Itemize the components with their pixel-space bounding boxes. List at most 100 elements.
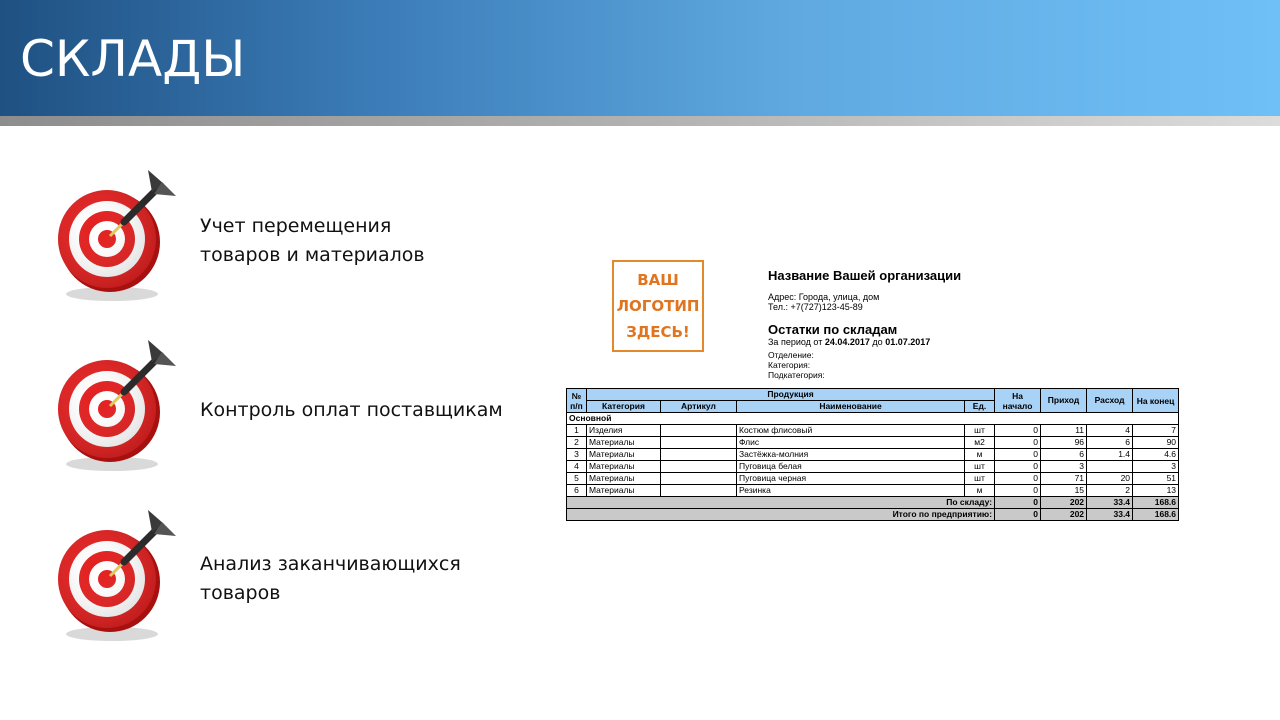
cell-start: 0 <box>994 424 1042 437</box>
cell-category: Материалы <box>586 436 661 449</box>
cell-category: Материалы <box>586 472 661 485</box>
cell-article <box>660 472 737 485</box>
cell-expense: 20 <box>1086 472 1134 485</box>
total-label: Итого по предприятию: <box>565 508 996 521</box>
cell-unit: м <box>963 484 996 497</box>
cell-unit: шт <box>963 424 996 437</box>
cell-end: 3 <box>1132 460 1180 473</box>
table-row: 5 Материалы Пуговица черная шт 0 71 20 51 <box>566 472 1180 485</box>
cell-article <box>660 460 737 473</box>
cell-category: Изделия <box>586 424 661 437</box>
total-income: 202 <box>1040 496 1088 509</box>
cell-income: 96 <box>1040 436 1088 449</box>
col-income: Приход <box>1040 388 1088 413</box>
org-phone: Тел.: +7(727)123-45-89 <box>768 302 863 312</box>
report-filters: Отделение: Категория: Подкатегория: <box>768 350 825 380</box>
target-dart-icon <box>52 336 192 476</box>
cell-article <box>660 484 737 497</box>
table-row: 2 Материалы Флис м2 0 96 6 90 <box>566 436 1180 449</box>
total-row: Итого по предприятию: 0 202 33.4 168.6 <box>565 508 1180 521</box>
bullet-line: Анализ заканчивающихся <box>200 553 461 575</box>
cell-article <box>660 448 737 461</box>
cell-start: 0 <box>994 460 1042 473</box>
org-contacts: Адрес: Города, улица, дом Тел.: +7(727)1… <box>768 292 879 312</box>
cell-num: 2 <box>566 436 587 449</box>
col-num: № п/п <box>566 388 587 413</box>
slide-header: СКЛАДЫ <box>0 0 1280 116</box>
cell-start: 0 <box>994 472 1042 485</box>
org-address: Адрес: Города, улица, дом <box>768 292 880 302</box>
logo-line: ЛОГОТИП <box>616 297 700 315</box>
cell-expense <box>1086 460 1134 473</box>
cell-expense: 4 <box>1086 424 1134 437</box>
total-end: 168.6 <box>1132 508 1180 521</box>
group-name: Основной <box>565 412 1180 425</box>
bullet-line: товаров и материалов <box>200 244 425 266</box>
report-title: Остатки по складам <box>768 322 898 337</box>
bullet-item-2: Контроль оплат поставщикам <box>0 336 520 476</box>
logo-line: ЗДЕСЬ! <box>626 323 690 341</box>
bullet-line: Учет перемещения <box>200 215 392 237</box>
col-start: На начало <box>994 388 1042 413</box>
bullet-item-1: Учет перемещения товаров и материалов <box>0 166 520 306</box>
bullet-item-3: Анализ заканчивающихся товаров <box>0 506 520 646</box>
total-start: 0 <box>994 496 1042 509</box>
cell-income: 11 <box>1040 424 1088 437</box>
period-prefix: За период от <box>768 337 823 347</box>
col-unit: Ед. <box>963 400 996 413</box>
table-row: 4 Материалы Пуговица белая шт 0 3 3 <box>566 460 1180 473</box>
table-row: 6 Материалы Резинка м 0 15 2 13 <box>566 484 1180 497</box>
cell-end: 51 <box>1132 472 1180 485</box>
cell-end: 7 <box>1132 424 1180 437</box>
total-row: По складу: 0 202 33.4 168.6 <box>565 496 1180 509</box>
cell-start: 0 <box>994 448 1042 461</box>
bullet-text-1: Учет перемещения товаров и материалов <box>200 212 425 270</box>
cell-category: Материалы <box>586 460 661 473</box>
bullet-text-3: Анализ заканчивающихся товаров <box>200 550 461 608</box>
period-from: 24.04.2017 <box>824 337 870 347</box>
total-expense: 33.4 <box>1086 496 1134 509</box>
cell-name: Костюм флисовый <box>736 424 965 437</box>
total-income: 202 <box>1040 508 1088 521</box>
cell-unit: шт <box>963 460 996 473</box>
col-end: На конец <box>1132 388 1180 413</box>
cell-name: Флис <box>736 436 965 449</box>
total-label: По складу: <box>565 496 996 509</box>
total-end: 168.6 <box>1132 496 1180 509</box>
cell-income: 3 <box>1040 460 1088 473</box>
report-period: За период от 24.04.2017 до 01.07.2017 <box>768 337 930 347</box>
cell-num: 1 <box>566 424 587 437</box>
logo-placeholder: ВАШ ЛОГОТИП ЗДЕСЬ! <box>612 260 704 352</box>
col-article: Артикул <box>660 400 737 413</box>
cell-article <box>660 424 737 437</box>
stock-table: № п/п Продукция На начало Приход Расход … <box>565 388 1180 521</box>
cell-category: Материалы <box>586 448 661 461</box>
total-start: 0 <box>994 508 1042 521</box>
col-expense: Расход <box>1086 388 1134 413</box>
cell-num: 4 <box>566 460 587 473</box>
slide-title: СКЛАДЫ <box>20 30 246 88</box>
cell-end: 4.6 <box>1132 448 1180 461</box>
target-dart-icon <box>52 166 192 306</box>
target-dart-icon <box>52 506 192 646</box>
header-divider <box>0 116 1280 126</box>
cell-unit: м <box>963 448 996 461</box>
cell-expense: 2 <box>1086 484 1134 497</box>
org-name: Название Вашей организации <box>768 268 962 283</box>
cell-name: Пуговица черная <box>736 472 965 485</box>
bullet-text-2: Контроль оплат поставщикам <box>200 396 503 425</box>
col-name: Наименование <box>736 400 965 413</box>
cell-end: 90 <box>1132 436 1180 449</box>
cell-unit: м2 <box>963 436 996 449</box>
period-mid: до <box>872 337 883 347</box>
period-to: 01.07.2017 <box>885 337 931 347</box>
table-row: 3 Материалы Застёжка-молния м 0 6 1.4 4.6 <box>566 448 1180 461</box>
cell-expense: 6 <box>1086 436 1134 449</box>
filter-label: Подкатегория: <box>768 370 825 380</box>
cell-unit: шт <box>963 472 996 485</box>
cell-income: 6 <box>1040 448 1088 461</box>
bullet-line: Контроль оплат поставщикам <box>200 399 503 421</box>
cell-name: Застёжка-молния <box>736 448 965 461</box>
bullet-line: товаров <box>200 582 281 604</box>
cell-name: Резинка <box>736 484 965 497</box>
